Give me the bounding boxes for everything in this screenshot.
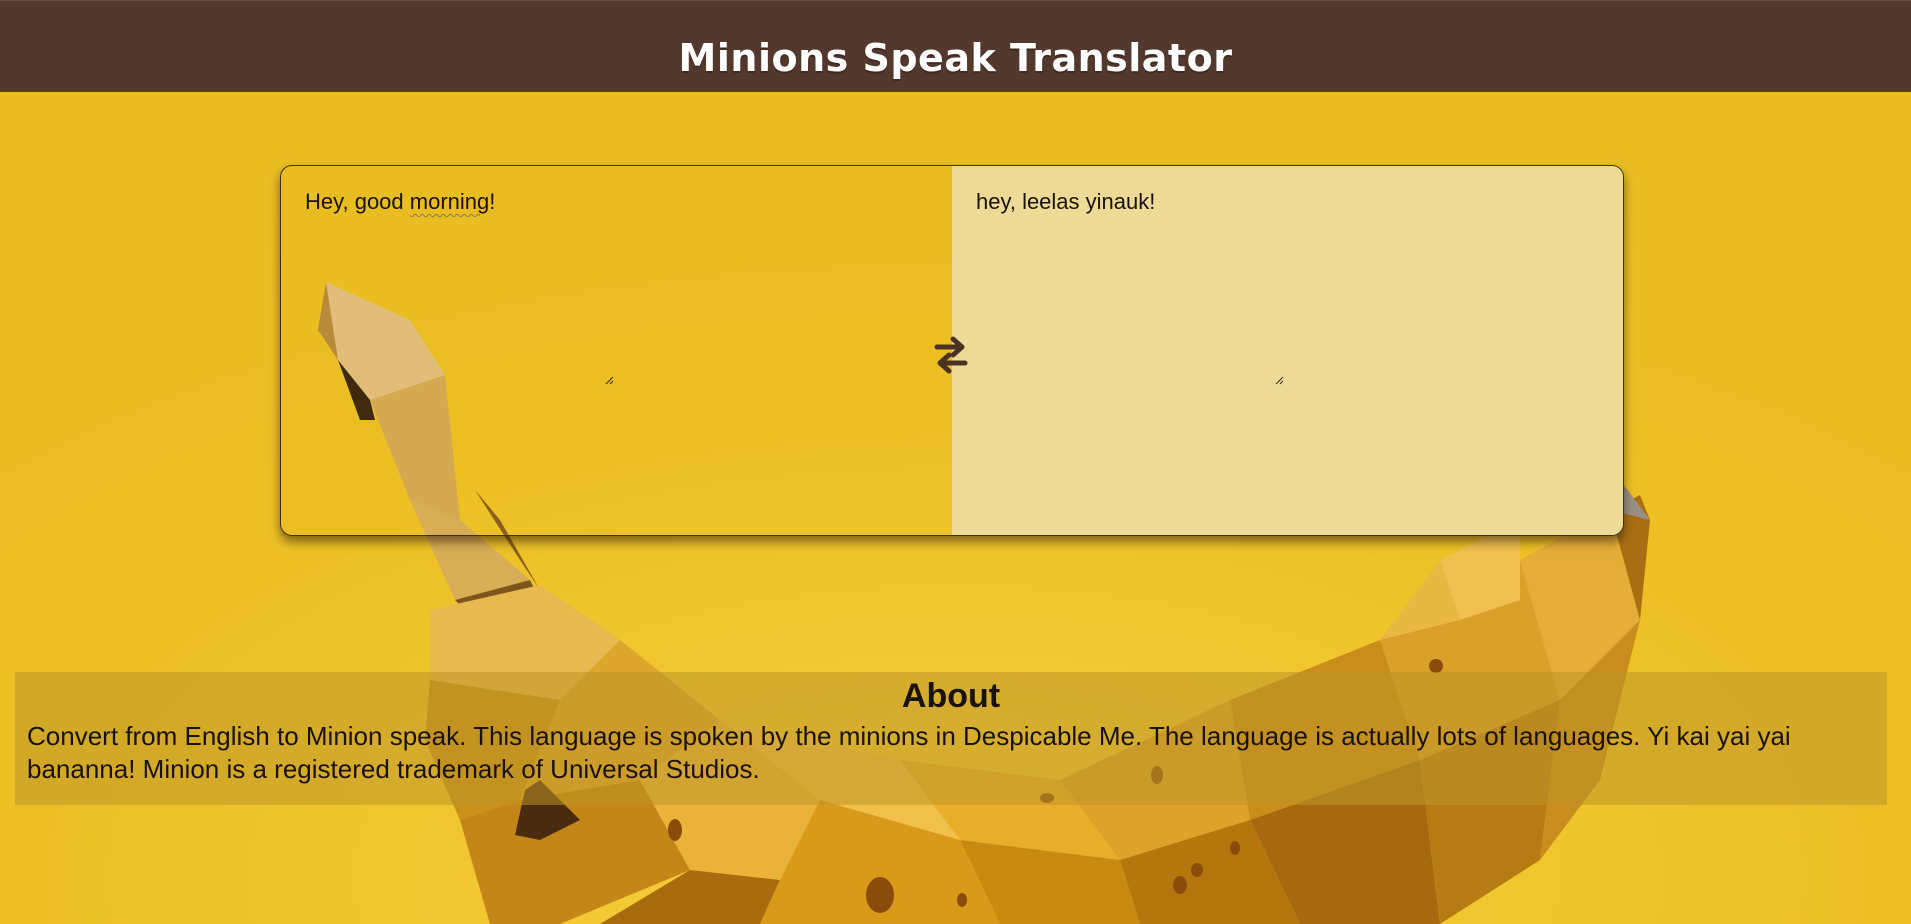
english-input[interactable]: Hey, good morning!	[305, 188, 495, 217]
misspelled-word: morning	[409, 189, 490, 214]
swap-arrows-icon[interactable]	[931, 334, 971, 376]
about-section: About Convert from English to Minion spe…	[15, 672, 1887, 805]
input-pane: Hey, good morning!	[281, 166, 952, 535]
input-text-start: Hey, good	[305, 189, 410, 214]
input-text-end: !	[489, 189, 496, 214]
app-header: Minions Speak Translator	[0, 0, 1911, 92]
resize-handle-icon[interactable]	[1274, 375, 1284, 385]
output-pane: hey, leelas yinauk!	[952, 166, 1623, 535]
about-body: Convert from English to Minion speak. Th…	[27, 720, 1791, 785]
minion-output[interactable]: hey, leelas yinauk!	[976, 188, 1566, 388]
page-title: Minions Speak Translator	[678, 35, 1233, 80]
about-heading: About	[901, 677, 1001, 715]
resize-handle-icon[interactable]	[604, 375, 614, 385]
